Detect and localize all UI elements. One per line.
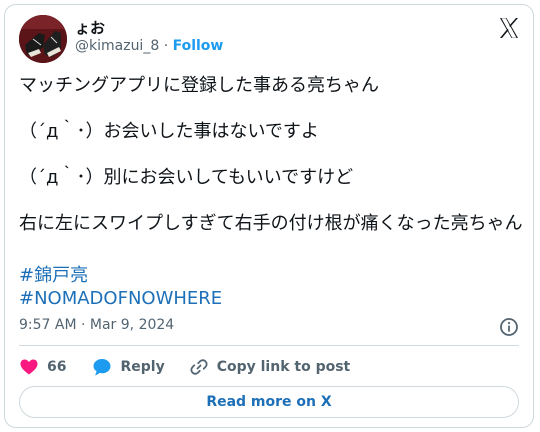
heart-icon [20, 359, 38, 375]
copy-link-button[interactable]: Copy link to post [189, 357, 351, 377]
tweet-text: マッチングアプリに登録した事ある亮ちゃん （´д｀･）お会いした事はないですよ … [19, 75, 523, 234]
reply-bubble-icon [93, 359, 111, 376]
read-more-button[interactable]: Read more on X [19, 386, 519, 418]
follow-button[interactable]: Follow [173, 38, 224, 54]
hashtag-link[interactable]: #錦戸亮 [19, 264, 222, 287]
hashtag-list: #錦戸亮 #NOMADOFNOWHERE [19, 264, 222, 310]
separator-dot: · [163, 38, 169, 54]
tweet-card: ょお @kimazui_8 · Follow マッチングアプリに登録した事ある亮… [4, 4, 534, 428]
copy-link-label: Copy link to post [216, 359, 351, 375]
display-name[interactable]: ょお [75, 17, 105, 38]
like-count: 66 [47, 359, 67, 375]
avatar-image [19, 15, 67, 63]
timestamp[interactable]: 9:57 AM · Mar 9, 2024 [19, 317, 174, 333]
handle-row: @kimazui_8 · Follow [75, 38, 223, 54]
link-icon [190, 359, 208, 375]
hashtag-link[interactable]: #NOMADOFNOWHERE [19, 287, 222, 310]
reply-button[interactable]: Reply [92, 357, 165, 377]
avatar[interactable] [19, 15, 67, 63]
like-button[interactable]: 66 [19, 357, 66, 377]
x-logo-icon[interactable] [497, 16, 521, 40]
divider [19, 345, 519, 346]
info-icon[interactable] [499, 317, 519, 337]
reply-label: Reply [120, 359, 165, 375]
action-bar: 66 Reply Copy link to post [19, 357, 350, 377]
user-handle[interactable]: @kimazui_8 [75, 38, 159, 54]
